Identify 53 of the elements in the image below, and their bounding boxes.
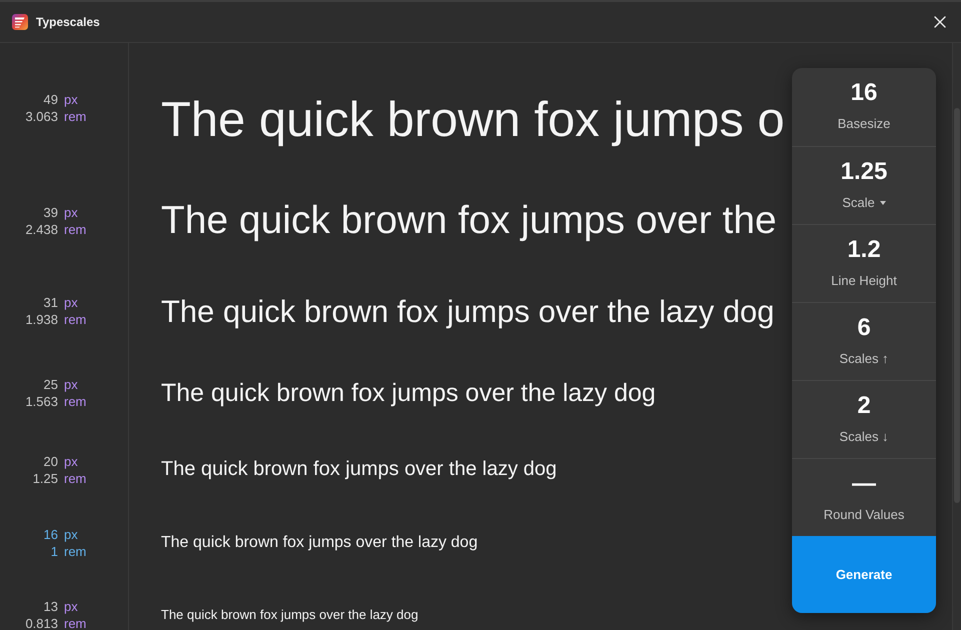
px-unit: px: [64, 91, 79, 108]
rem-value: 1: [50, 542, 58, 560]
rem-value: 3.063: [24, 108, 58, 126]
rem-unit: rem: [64, 614, 86, 630]
rem-value: 1.25: [32, 470, 58, 487]
rem-unit: rem: [64, 221, 86, 238]
px-value: 25: [42, 376, 58, 394]
sample-text: The quick brown fox jumps over the lazy dog: [161, 606, 418, 622]
sample-text: The quick brown fox jumps over the lazy dog: [161, 532, 478, 552]
window-title: Typescales: [36, 14, 100, 31]
sample-text: The quick brown fox jumps over the lazy dog: [161, 456, 557, 481]
px-value: 39: [42, 204, 58, 222]
rem-unit: rem: [64, 393, 86, 410]
sample-text: The quick brown fox jumps over the lazy dog: [161, 292, 774, 330]
px-value: 49: [42, 91, 58, 108]
setting-value[interactable]: —: [852, 470, 876, 498]
px-unit: px: [64, 526, 79, 543]
rem-unit: rem: [64, 470, 86, 487]
rem-unit: rem: [64, 311, 86, 328]
setting-label: Scales ↑: [839, 351, 889, 367]
sample-text: The quick brown fox jumps over the lazy dog: [161, 378, 656, 408]
setting-label: Round Values: [824, 507, 904, 523]
px-unit: px: [64, 376, 79, 394]
close-button[interactable]: [933, 15, 947, 29]
close-icon: [934, 16, 946, 28]
px-value: 20: [42, 452, 58, 470]
setting-label: Line Height: [831, 273, 897, 289]
px-value: 13: [42, 598, 58, 615]
sample-text: The quick brown fox jumps o: [161, 92, 785, 149]
px-value: 31: [42, 294, 58, 312]
sample-text: The quick brown fox jumps over the: [161, 198, 777, 244]
rem-unit: rem: [64, 542, 86, 560]
setting-value[interactable]: 1.25: [840, 158, 888, 186]
rem-value: 0.813: [24, 614, 58, 630]
px-unit: px: [64, 294, 79, 312]
rem-value: 1.563: [24, 393, 58, 410]
setting-value[interactable]: 1.2: [847, 236, 881, 264]
setting-value[interactable]: 6: [857, 314, 871, 342]
generate-button[interactable]: Generate: [792, 536, 936, 613]
px-unit: px: [64, 598, 79, 615]
rem-value: 1.938: [24, 311, 58, 328]
setting-label: Scale: [842, 195, 875, 211]
setting-value[interactable]: 16: [850, 79, 878, 107]
px-unit: px: [64, 204, 79, 222]
app-logo-icon: [12, 14, 28, 30]
caret-icon[interactable]: [880, 201, 886, 205]
setting-label: Basesize: [838, 116, 890, 132]
rem-value: 2.438: [24, 221, 58, 238]
setting-value[interactable]: 2: [857, 392, 871, 420]
px-value: 16: [42, 526, 58, 543]
setting-label: Scales ↓: [839, 429, 889, 445]
rem-unit: rem: [64, 108, 86, 126]
px-unit: px: [64, 452, 79, 470]
